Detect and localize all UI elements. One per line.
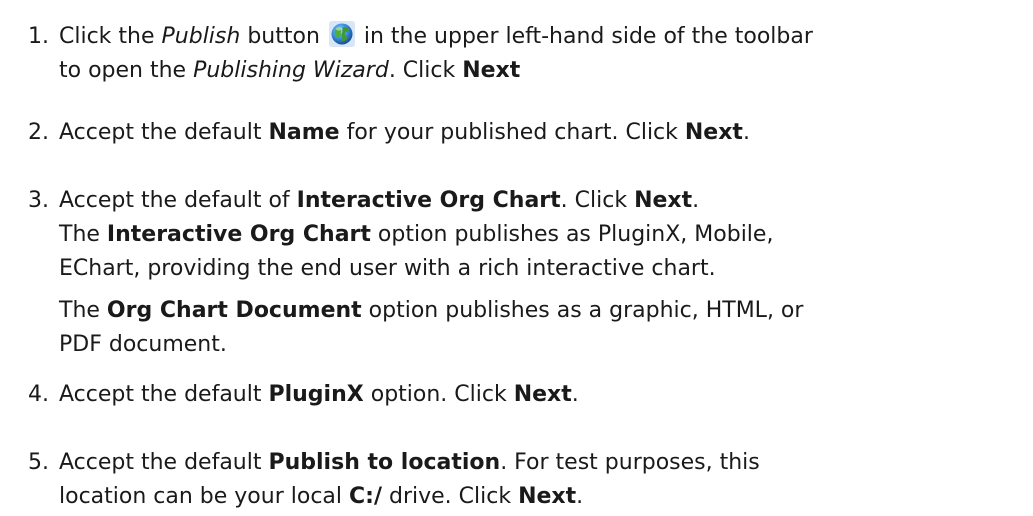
step-number: 5. [28, 450, 49, 475]
step-text: . For test purposes, this [500, 450, 760, 475]
step-text: Click the [59, 24, 162, 49]
step-bold-text: Next [513, 382, 572, 407]
step-bold-text: Interactive Org Chart [106, 222, 371, 247]
step-bold-text: Publish to location [268, 450, 501, 475]
step-bold-text: Next [462, 58, 521, 83]
step-text: Accept the default [59, 450, 269, 475]
step-text: option publishes as PluginX, Mobile, [370, 222, 774, 247]
step-number: 2. [28, 120, 49, 145]
step-line: Accept the default PluginX option. Click… [59, 378, 1025, 412]
step-italic-text: Publish [161, 24, 241, 49]
step-line: Click the Publish button in the upper le… [59, 20, 1025, 54]
step-bold-text: Org Chart Document [106, 298, 362, 323]
step-text: button [240, 24, 320, 49]
step-line: location can be your local C:/ drive. Cl… [59, 480, 1025, 514]
step-text: . [692, 188, 700, 213]
step-body: Click the Publish button in the upper le… [59, 20, 1025, 88]
step-line: The Interactive Org Chart option publish… [59, 218, 1025, 252]
step-bold-text: Name [268, 120, 340, 145]
step-line: EChart, providing the end user with a ri… [59, 252, 1025, 286]
step-text: PDF document. [59, 332, 227, 357]
step-line: The Org Chart Document option publishes … [59, 294, 1025, 328]
step-body: Accept the default of Interactive Org Ch… [59, 184, 1025, 362]
step-text: Accept the default [59, 120, 269, 145]
step-line: Accept the default Name for your publish… [59, 116, 1025, 150]
step-number: 1. [28, 24, 49, 49]
step-text: option publishes as a graphic, HTML, or [361, 298, 804, 323]
step-text: . Click [560, 188, 635, 213]
step-text: drive. Click [382, 484, 519, 509]
step-text: . [742, 120, 750, 145]
step-bold-text: Next [684, 120, 743, 145]
step-line: Accept the default Publish to location. … [59, 446, 1025, 480]
step-text: The [59, 298, 107, 323]
step-bold-text: Next [634, 188, 693, 213]
step-line: Accept the default of Interactive Org Ch… [59, 184, 1025, 218]
step-bold-text: Next [518, 484, 577, 509]
step-text: to open the [59, 58, 194, 83]
step-number: 4. [28, 382, 49, 407]
step-italic-text: Publishing Wizard [193, 58, 389, 83]
step-body: Accept the default PluginX option. Click… [59, 378, 1025, 412]
step-text: . Click [388, 58, 463, 83]
step-bold-text: C:/ [349, 484, 382, 509]
step-bold-text: Interactive Org Chart [296, 188, 561, 213]
step-text: option. Click [363, 382, 514, 407]
step-text: The [59, 222, 107, 247]
step-line: PDF document. [59, 328, 1025, 362]
step-text: for your published chart. Click [339, 120, 685, 145]
step-number: 3. [28, 188, 49, 213]
step-text: . [571, 382, 579, 407]
step-body: Accept the default Publish to location. … [59, 446, 1025, 514]
step-text: . [576, 484, 584, 509]
step-body: Accept the default Name for your publish… [59, 116, 1025, 150]
globe-publish-icon [328, 21, 355, 47]
step-bold-text: PluginX [268, 382, 364, 407]
step-text: in the upper left-hand side of the toolb… [356, 24, 813, 49]
step-text: Accept the default [59, 382, 269, 407]
step-line: to open the Publishing Wizard. Click Nex… [59, 54, 1025, 88]
step-text: EChart, providing the end user with a ri… [59, 256, 716, 281]
step-text: location can be your local [59, 484, 350, 509]
step-text: Accept the default of [59, 188, 297, 213]
